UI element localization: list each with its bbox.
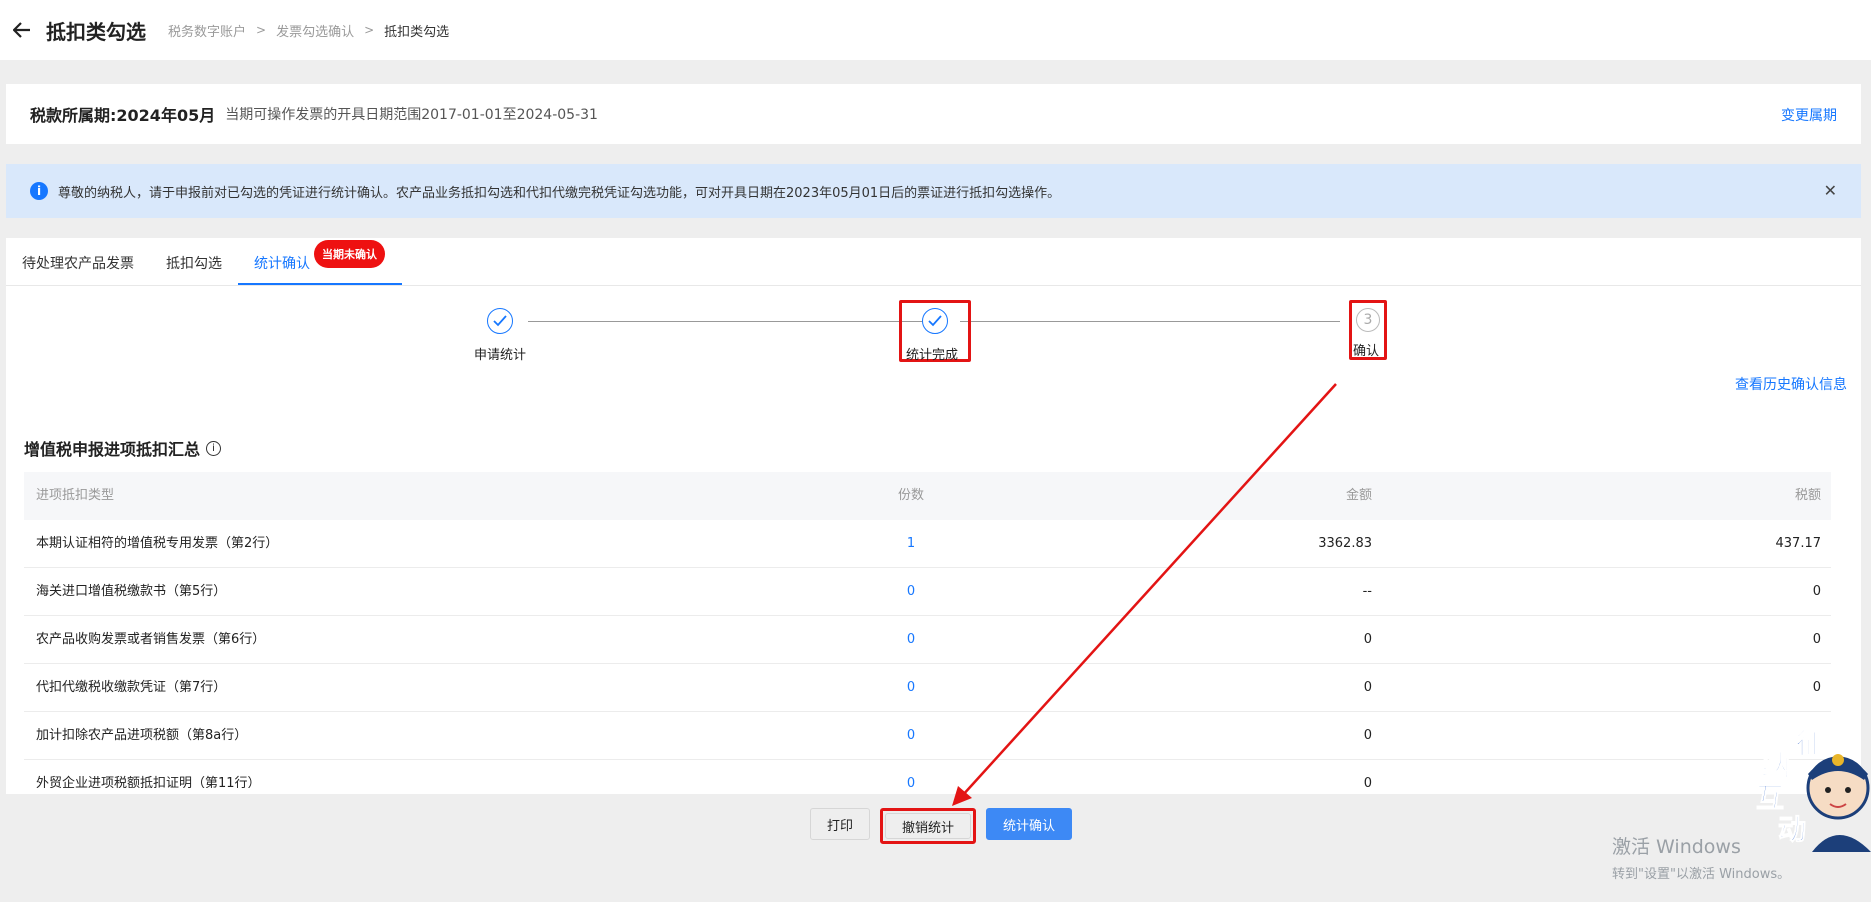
- close-icon[interactable]: ✕: [1824, 181, 1837, 200]
- change-period-link[interactable]: 变更属期: [1781, 105, 1837, 125]
- cell-type: 外贸企业进项税额抵扣证明（第11行）: [36, 776, 261, 788]
- cell-count-link[interactable]: 0: [884, 616, 938, 664]
- top-bar: 抵扣类勾选 税务数字账户 > 发票勾选确认 > 抵扣类勾选: [0, 0, 1871, 60]
- chevron-right-icon: >: [256, 23, 267, 37]
- step-label-apply: 申请统计: [474, 348, 527, 363]
- col-tax: 税额: [1794, 488, 1821, 503]
- cell-tax: 0: [1812, 584, 1821, 599]
- step-label-complete: 统计完成: [906, 348, 959, 363]
- info-icon: i: [30, 182, 48, 200]
- step-connector: [960, 321, 1340, 322]
- cell-type: 海关进口增值税缴款书（第5行）: [36, 584, 227, 599]
- cell-type: 本期认证相符的增值税专用发票（第2行）: [36, 536, 279, 551]
- mascot-char: 征: [1795, 727, 1825, 761]
- print-button[interactable]: 打印: [810, 808, 871, 840]
- progress-steps: 申请统计 统计完成 3 确认: [6, 286, 1861, 386]
- action-bar: 打印 撤销统计 统计确认: [810, 808, 1073, 844]
- notice-text: 尊敬的纳税人，请于申报前对已勾选的凭证进行统计确认。农产品业务抵扣勾选和代扣代缴…: [58, 185, 1061, 201]
- table-row: 本期认证相符的增值税专用发票（第2行） 1 3362.83 437.17: [24, 520, 1831, 568]
- period-label: 税款所属期:: [30, 106, 117, 125]
- cell-amount: 0: [1363, 776, 1372, 788]
- tax-period-bar: 税款所属期: 2024年05月 当期可操作发票的开具日期范围2017-01-01…: [6, 84, 1861, 144]
- col-count: 份数: [897, 488, 924, 503]
- col-type: 进项抵扣类型: [36, 488, 115, 503]
- summary-table: 进项抵扣类型 份数 金额 税额 本期认证相符的增值税专用发票（第2行） 1 33…: [24, 472, 1831, 788]
- col-amount: 金额: [1345, 488, 1372, 503]
- table-row: 农产品收购发票或者销售发票（第6行） 0 0 0: [24, 616, 1831, 664]
- cell-amount: 0: [1363, 680, 1372, 695]
- watermark-line2: 转到"设置"以激活 Windows。: [1612, 867, 1791, 882]
- table-row: 外贸企业进项税额抵扣证明（第11行） 0 0: [24, 760, 1831, 788]
- table-row: 海关进口增值税缴款书（第5行） 0 -- 0: [24, 568, 1831, 616]
- active-tab-indicator: [238, 283, 402, 285]
- page-title: 抵扣类勾选: [46, 19, 146, 44]
- table-row: 加计扣除农产品进项税额（第8a行） 0 0: [24, 712, 1831, 760]
- table-row: 代扣代缴税收缴款凭证（第7行） 0 0 0: [24, 664, 1831, 712]
- watermark-line1: 激活 Windows: [1612, 836, 1741, 858]
- step-connector: [528, 321, 928, 322]
- notice-banner: i 尊敬的纳税人，请于申报前对已勾选的凭证进行统计确认。农产品业务抵扣勾选和代扣…: [6, 164, 1861, 218]
- cell-amount: 3362.83: [1318, 536, 1372, 551]
- step-number-icon: 3: [1356, 308, 1380, 332]
- cell-count-link[interactable]: 0: [884, 568, 938, 616]
- cell-type: 农产品收购发票或者销售发票（第6行）: [36, 632, 266, 647]
- check-icon: [922, 308, 948, 334]
- cancel-statistics-button[interactable]: 撤销统计: [885, 813, 972, 839]
- period-value: 2024年05月: [116, 106, 216, 125]
- unconfirmed-badge: 当期未确认: [314, 240, 385, 268]
- cell-tax: 0: [1812, 632, 1821, 647]
- cell-count-link[interactable]: 0: [884, 712, 938, 760]
- info-circle-icon[interactable]: i: [206, 440, 222, 456]
- period-range: 当期可操作发票的开具日期范围2017-01-01至2024-05-31: [225, 107, 598, 123]
- confirm-statistics-button[interactable]: 统计确认: [986, 808, 1073, 840]
- tab-stat-confirm[interactable]: 统计确认: [254, 253, 310, 273]
- breadcrumb-current: 抵扣类勾选: [384, 24, 450, 40]
- step-label-confirm: 确认: [1353, 344, 1380, 359]
- tab-bar: 待处理农产品发票 抵扣勾选 统计确认 当期未确认: [6, 238, 1861, 286]
- windows-activation-watermark: 激活 Windows 转到"设置"以激活 Windows。: [1612, 832, 1790, 882]
- cell-amount: --: [1362, 584, 1372, 599]
- breadcrumb-tax-account[interactable]: 税务数字账户: [168, 21, 246, 40]
- cell-tax: 437.17: [1775, 536, 1822, 551]
- summary-title: 增值税申报进项抵扣汇总 i: [24, 436, 222, 460]
- cell-count-link[interactable]: 0: [884, 760, 938, 788]
- check-icon: [487, 308, 513, 334]
- cell-type: 代扣代缴税收缴款凭证（第7行）: [36, 680, 227, 695]
- cell-type: 加计扣除农产品进项税额（第8a行）: [36, 728, 248, 743]
- highlight-box: 撤销统计: [880, 808, 977, 844]
- chevron-right-icon: >: [364, 23, 375, 37]
- cell-amount: 0: [1363, 728, 1372, 743]
- tab-pending-agri-invoices[interactable]: 待处理农产品发票: [22, 253, 134, 273]
- view-history-link[interactable]: 查看历史确认信息: [1735, 374, 1847, 394]
- table-header: 进项抵扣类型 份数 金额 税额: [24, 472, 1831, 520]
- tab-deduction-select[interactable]: 抵扣勾选: [166, 253, 222, 273]
- cell-amount: 0: [1363, 632, 1372, 647]
- back-arrow-icon[interactable]: [12, 20, 32, 40]
- cell-tax: 0: [1812, 680, 1821, 695]
- cell-count-link[interactable]: 0: [884, 664, 938, 712]
- breadcrumb-invoice-confirm[interactable]: 发票勾选确认: [276, 21, 354, 40]
- cell-count-link[interactable]: 1: [884, 520, 938, 568]
- summary-title-text: 增值税申报进项抵扣汇总: [24, 440, 201, 459]
